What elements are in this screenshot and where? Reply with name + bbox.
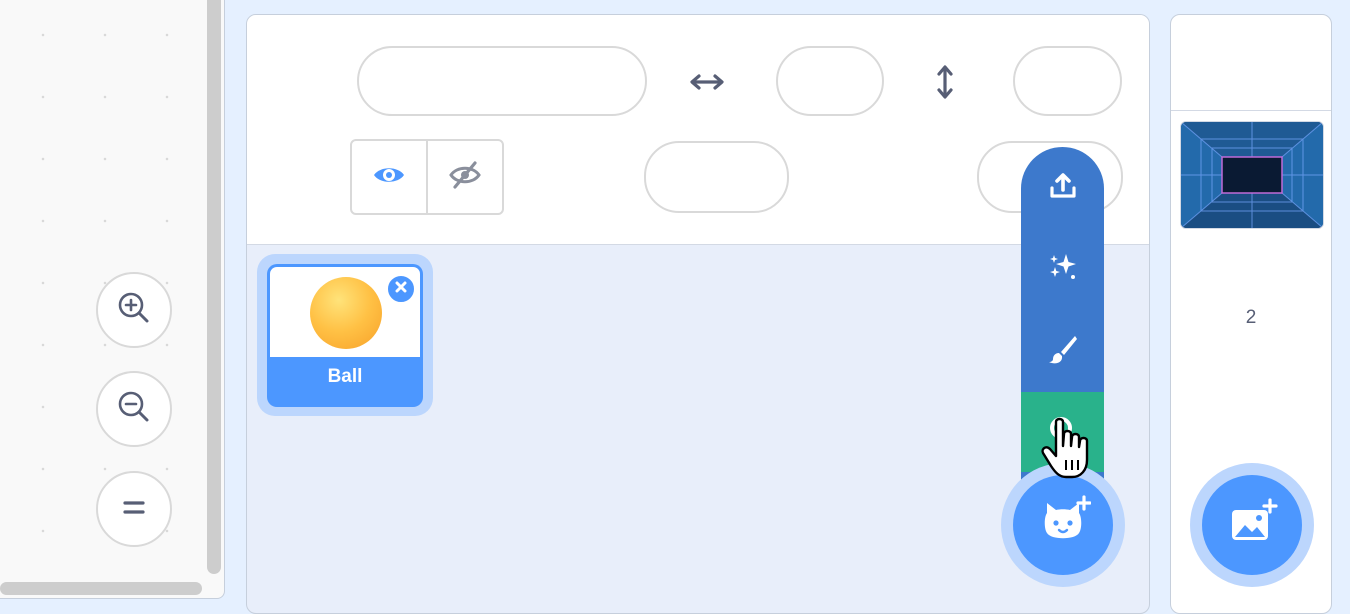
zoom-out-icon	[114, 387, 154, 432]
add-backdrop-button[interactable]	[1202, 475, 1302, 575]
zoom-reset-button[interactable]	[96, 471, 172, 547]
zoom-in-button[interactable]	[96, 272, 172, 348]
equals-icon	[114, 487, 154, 532]
sprite-name-field[interactable]	[357, 46, 647, 116]
horizontal-scrollbar[interactable]	[0, 582, 202, 595]
stage-backdrop-thumbnail[interactable]	[1180, 121, 1324, 229]
tunnel-backdrop-image	[1181, 122, 1323, 228]
y-position-field[interactable]	[1013, 46, 1122, 116]
eye-icon	[372, 163, 406, 192]
sprite-name-label: Ball	[327, 366, 363, 387]
add-sprite-button[interactable]	[1013, 475, 1113, 575]
hand-pointer-cursor	[1040, 416, 1104, 487]
visibility-toggle	[350, 139, 504, 215]
horizontal-arrows-icon	[687, 67, 727, 97]
x-position-field[interactable]	[776, 46, 884, 116]
show-sprite-button[interactable]	[352, 141, 426, 213]
close-icon	[395, 280, 407, 298]
upload-icon	[1046, 168, 1080, 207]
upload-sprite-button[interactable]	[1021, 147, 1104, 227]
paint-sprite-button[interactable]	[1021, 311, 1104, 391]
paintbrush-icon	[1046, 332, 1080, 371]
ball-image	[310, 277, 382, 349]
vertical-arrows-icon	[930, 62, 960, 102]
stage-header	[1171, 15, 1331, 111]
zoom-in-icon	[114, 288, 154, 333]
image-plus-icon	[1226, 497, 1278, 554]
code-area[interactable]	[0, 0, 225, 599]
vertical-scrollbar[interactable]	[207, 0, 221, 574]
backdrop-count: 2	[1245, 307, 1257, 328]
size-field[interactable]	[644, 141, 789, 213]
sparkles-icon	[1046, 250, 1080, 289]
sprite-info-panel	[247, 15, 1149, 245]
surprise-sprite-button[interactable]	[1021, 229, 1104, 309]
hide-sprite-button[interactable]	[426, 141, 502, 213]
eye-slash-icon	[448, 160, 482, 195]
cat-plus-icon	[1035, 494, 1092, 556]
delete-sprite-button[interactable]	[386, 274, 416, 304]
zoom-out-button[interactable]	[96, 371, 172, 447]
